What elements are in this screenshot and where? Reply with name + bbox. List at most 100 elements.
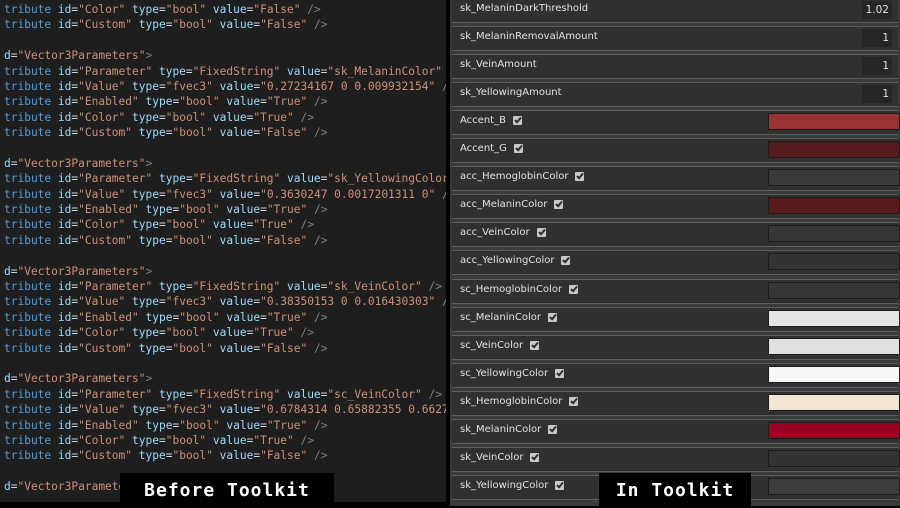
code-token: type [158, 172, 186, 186]
code-token: id [57, 110, 72, 124]
parameter-row: acc_VeinColor [452, 222, 900, 248]
code-token: value [286, 64, 321, 78]
enabled-checkbox[interactable] [513, 144, 523, 154]
color-swatch[interactable] [768, 449, 900, 467]
parameter-name: sk_YellowingAmount [460, 87, 562, 99]
code-token: "Parameter" [78, 387, 153, 401]
parameter-row: sk_HemoglobinColor [452, 390, 900, 416]
code-token: /> [435, 295, 446, 308]
code-token: "bool" [179, 418, 220, 432]
xml-code-editor: tribute id="Color" type="bool" value="Fa… [0, 0, 446, 502]
parameter-name: sc_MelaninColor [460, 311, 541, 323]
number-input[interactable]: 1 [862, 57, 892, 76]
enabled-checkbox[interactable] [530, 452, 540, 462]
code-token: "bool" [179, 203, 220, 217]
parameter-row: sk_VeinColor [452, 446, 900, 472]
code-line: tribute id="Color" type="bool" value="Tr… [4, 433, 446, 448]
color-swatch[interactable] [768, 225, 900, 243]
code-line: tribute id="Enabled" type="bool" value="… [4, 94, 446, 109]
enabled-checkbox[interactable] [548, 424, 558, 434]
enabled-checkbox[interactable] [554, 200, 564, 210]
color-swatch[interactable] [768, 169, 900, 187]
parameter-name: Accent_G [460, 143, 507, 155]
color-swatch[interactable] [768, 365, 900, 383]
code-token: /> [307, 341, 328, 355]
parameter-label: acc_VeinColor [460, 227, 546, 238]
code-line: tribute id="Enabled" type="bool" value="… [4, 202, 446, 217]
parameter-name: sk_MelaninRemovalAmount [460, 31, 598, 43]
number-input[interactable]: 1 [862, 85, 892, 104]
enabled-checkbox[interactable] [561, 256, 571, 266]
code-token: "True" [253, 218, 294, 232]
code-line: tribute id="Custom" type="bool" value="F… [4, 341, 446, 356]
code-token: id [57, 233, 72, 247]
code-line: tribute id="Value" type="fvec3" value="0… [4, 294, 446, 309]
code-token: > [145, 372, 153, 386]
color-swatch[interactable] [768, 113, 900, 131]
code-line: tribute id="Parameter" type="FixedString… [4, 171, 446, 186]
code-token: id [57, 433, 72, 447]
color-swatch[interactable] [768, 337, 900, 355]
code-line: tribute id="Custom" type="bool" value="F… [4, 125, 446, 140]
code-line: tribute id="Color" type="bool" value="Tr… [4, 217, 446, 232]
color-swatch[interactable] [768, 197, 900, 215]
enabled-checkbox[interactable] [569, 396, 579, 406]
color-swatch[interactable] [768, 141, 900, 159]
code-token: id [57, 95, 72, 109]
color-swatch[interactable] [768, 309, 900, 327]
color-swatch[interactable] [768, 421, 900, 439]
code-token: type [138, 233, 166, 247]
number-input[interactable]: 1.02 [862, 1, 892, 19]
code-token: /> [307, 310, 328, 324]
enabled-checkbox[interactable] [575, 172, 585, 182]
code-token: value [226, 203, 261, 217]
enabled-checkbox[interactable] [569, 284, 579, 294]
code-token: "bool" [172, 18, 213, 32]
enabled-checkbox[interactable] [530, 340, 540, 350]
code-token: /> [293, 433, 314, 447]
enabled-checkbox[interactable] [512, 116, 522, 126]
code-line: d="Vector3Parameters"> [4, 264, 446, 279]
code-token: /> [307, 126, 328, 140]
code-token: /> [293, 110, 314, 124]
color-swatch[interactable] [768, 477, 900, 495]
parameter-label: sc_YellowingColor [460, 368, 565, 379]
parameter-label: sk_VeinAmount [460, 59, 537, 70]
color-swatch[interactable] [768, 253, 900, 271]
code-token: "Vector3Parameters" [17, 264, 146, 278]
parameter-row: sc_MelaninColor [452, 306, 900, 332]
code-token: /> [307, 203, 328, 217]
code-token: = [260, 310, 267, 324]
code-token: "bool" [172, 126, 213, 140]
parameter-name: sc_HemoglobinColor [460, 283, 563, 295]
parameter-row: Accent_G [452, 138, 900, 164]
number-input[interactable]: 1 [862, 29, 892, 48]
code-token: type [138, 18, 166, 32]
code-token: type [145, 203, 173, 217]
code-token: = [10, 156, 18, 170]
code-token: tribute [4, 218, 58, 232]
code-line: tribute id="Color" type="bool" value="Tr… [4, 325, 446, 340]
enabled-checkbox[interactable] [536, 228, 546, 238]
color-swatch[interactable] [768, 281, 900, 299]
code-token: "fvec3" [165, 187, 213, 201]
code-token: tribute [4, 233, 58, 247]
color-swatch[interactable] [768, 393, 900, 411]
code-token: "Enabled" [78, 203, 139, 217]
enabled-checkbox[interactable] [555, 368, 565, 378]
code-token: = [158, 403, 166, 417]
code-token: "sc_VeinColor" [327, 387, 422, 401]
code-token: "Color" [78, 433, 126, 447]
code-token: tribute [4, 326, 58, 340]
code-token: tribute [4, 449, 58, 463]
enabled-checkbox[interactable] [555, 480, 565, 490]
code-token: = [10, 372, 18, 386]
enabled-checkbox[interactable] [547, 312, 557, 322]
